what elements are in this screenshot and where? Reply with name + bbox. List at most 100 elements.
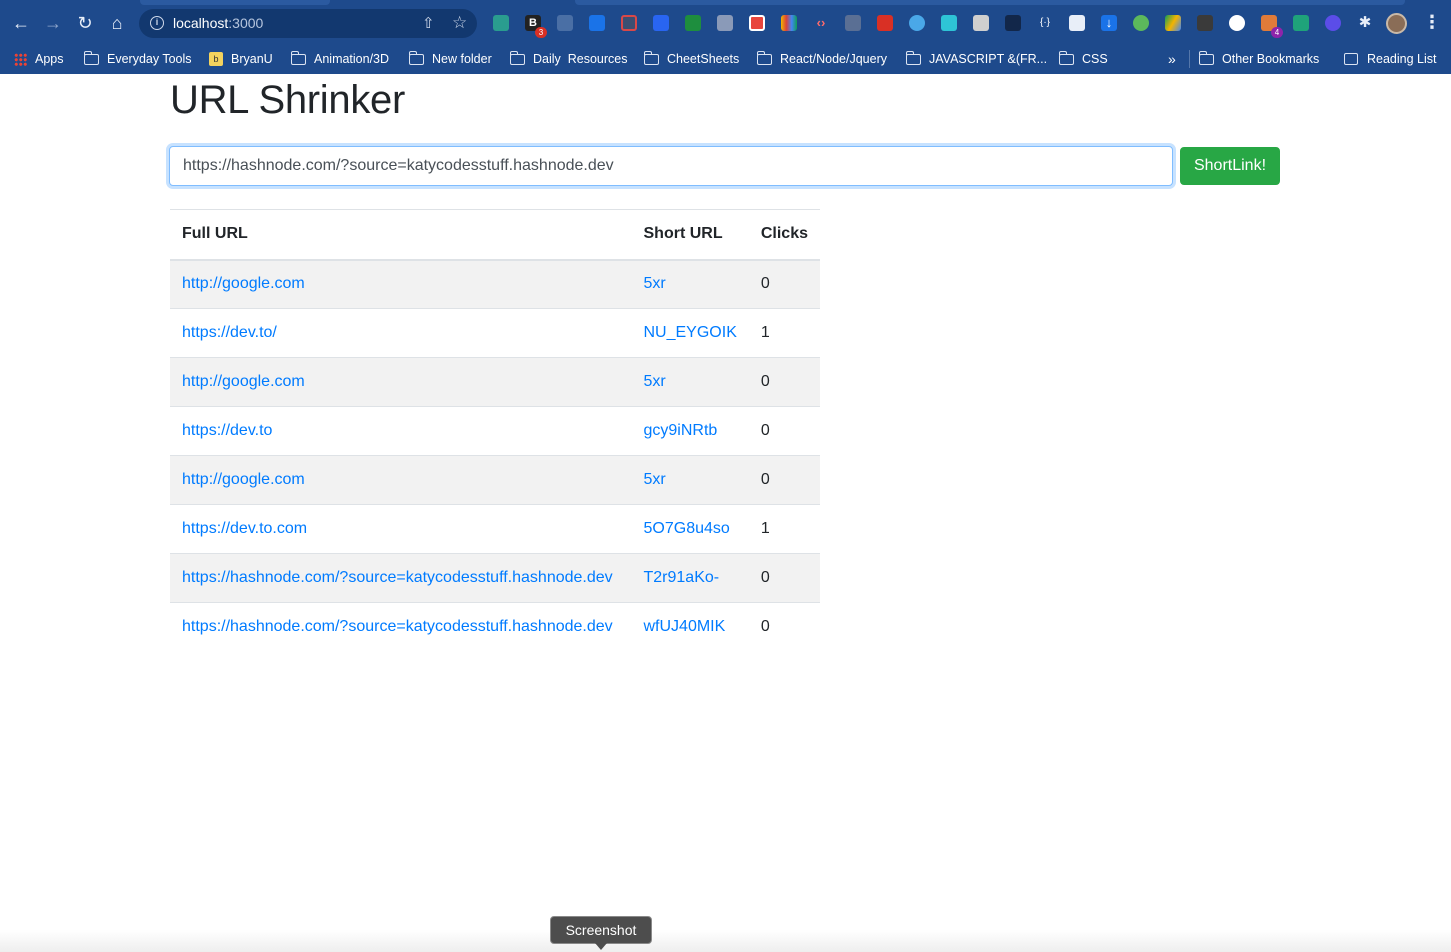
bookmark-label: JAVASCRIPT &(FR... [929,52,1048,66]
bookmarks-bar: Apps Everyday Tools b BryanU Animation/3D… [0,46,1451,74]
full-url-link[interactable]: https://dev.to.com [182,520,307,537]
address-text: localhost:3000 [173,15,264,31]
short-url-link[interactable]: 5xr [644,373,666,390]
table-row: https://hashnode.com/?source=katycodesst… [170,602,820,652]
extension-icon[interactable] [1005,15,1021,31]
short-url-link[interactable]: 5O7G8u4so [644,520,730,537]
full-url-link[interactable]: https://hashnode.com/?source=katycodesst… [182,618,613,635]
short-url-link[interactable]: gcy9iNRtb [644,422,718,439]
google-drive-icon[interactable] [1165,15,1181,31]
bookmark-daily-resources[interactable]: Daily Resources [509,49,627,69]
clicks-count: 1 [748,504,820,554]
bookmark-react-node-jquery[interactable]: React/Node/Jquery [756,49,887,69]
bookmark-cheetsheets[interactable]: CheetSheets [643,49,740,69]
clicks-count: 1 [748,308,820,358]
bookmark-other-bookmarks[interactable]: Other Bookmarks [1198,49,1320,69]
extension-icon[interactable] [1325,15,1341,31]
extension-icon[interactable] [685,15,701,31]
browser-menu-icon[interactable]: ⋮ [1423,12,1441,33]
table-header-row: Full URL Short URL Clicks [170,209,820,261]
extension-icon[interactable] [877,15,893,31]
full-url-link[interactable]: http://google.com [182,373,305,390]
bookmark-apps[interactable]: Apps [14,49,64,69]
full-url-link[interactable]: https://dev.to [182,422,272,439]
extension-icon[interactable] [557,15,573,31]
bookmarks-overflow-icon[interactable]: » [1168,49,1176,69]
bookmark-everyday-tools[interactable]: Everyday Tools [83,49,192,69]
screenshot-tooltip: Screenshot [550,916,652,944]
extension-record-icon[interactable] [621,15,637,31]
reading-list-button[interactable]: Reading List [1344,49,1437,69]
window-bottom-edge [0,930,1451,952]
site-info-icon[interactable]: i [150,16,164,30]
short-url-link[interactable]: 5xr [644,471,666,488]
extension-icon[interactable] [1069,15,1085,31]
extension-icon[interactable] [493,15,509,31]
extension-icon[interactable] [845,15,861,31]
bookmark-label: New folder [432,52,492,66]
extension-code-icon[interactable]: ‹› [813,15,829,31]
extension-s-icon[interactable] [1293,15,1309,31]
bookmark-css[interactable]: CSS [1058,49,1108,69]
home-icon[interactable]: ⌂ [105,11,129,35]
extension-icon[interactable] [749,15,765,31]
extensions-puzzle-icon[interactable]: ✱ [1357,15,1373,31]
extension-color-icon[interactable] [781,15,797,31]
short-url-link[interactable]: T2r91aKo- [644,569,720,586]
reload-icon[interactable]: ↻ [73,11,97,35]
extension-braces-icon[interactable]: {·} [1037,15,1053,31]
bookmark-new-folder[interactable]: New folder [408,49,492,69]
folder-icon [1198,50,1214,65]
bookmark-javascript[interactable]: JAVASCRIPT &(FR... [905,49,1048,69]
bookmark-label: Animation/3D [314,52,390,66]
share-icon[interactable]: ⇧ [422,14,435,32]
forward-arrow-icon[interactable]: → [41,11,65,35]
extension-icon[interactable] [717,15,733,31]
bryanu-favicon: b [209,52,223,66]
column-header-short-url: Short URL [631,209,749,261]
extension-icon[interactable] [973,15,989,31]
table-row: https://dev.to/ NU_EYGOIK 1 [170,308,820,358]
extension-icon[interactable] [941,15,957,31]
folder-icon [643,50,659,65]
full-url-link[interactable]: http://google.com [182,471,305,488]
extension-icon[interactable] [1197,15,1213,31]
shortlink-button[interactable]: ShortLink! [1180,147,1280,185]
folder-icon [905,50,921,65]
address-bar[interactable]: i localhost:3000 ⇧ ☆ [139,9,477,38]
full-url-link[interactable]: https://dev.to/ [182,324,277,341]
folder-icon [290,50,306,65]
short-url-link[interactable]: wfUJ40MIK [644,618,726,635]
extension-eye-icon[interactable] [909,15,925,31]
page-content: URL Shrinker ShortLink! Full URL Short U… [0,74,1451,952]
bookmark-label: Apps [35,52,64,66]
bookmark-label: CheetSheets [667,52,740,66]
extension-badge: 4 [1271,27,1283,38]
urls-table: Full URL Short URL Clicks http://google.… [170,209,820,652]
extension-badge: 3 [535,27,547,38]
bookmark-animation-3d[interactable]: Animation/3D [290,49,390,69]
short-url-link[interactable]: 5xr [644,275,666,292]
table-row: http://google.com 5xr 0 [170,259,820,309]
tooltip-pointer [595,943,607,950]
bookmark-star-icon[interactable]: ☆ [452,13,467,33]
extension-frog-icon[interactable] [1133,15,1149,31]
bookmark-label: Other Bookmarks [1222,52,1320,66]
bookmark-bryanu[interactable]: b BryanU [209,49,273,69]
extension-n-icon[interactable] [589,15,605,31]
short-url-link[interactable]: NU_EYGOIK [644,324,737,341]
full-url-link[interactable]: http://google.com [182,275,305,292]
full-url-link[interactable]: https://hashnode.com/?source=katycodesst… [182,569,613,586]
column-header-clicks: Clicks [748,209,820,261]
bookmark-label: Reading List [1367,52,1437,66]
bookmark-label: CSS [1082,52,1108,66]
download-icon[interactable]: ↓ [1101,15,1117,31]
page-title: URL Shrinker [170,78,405,122]
extension-icon[interactable] [1229,15,1245,31]
clicks-count: 0 [748,455,820,505]
back-arrow-icon[interactable]: ← [9,11,33,35]
full-url-input[interactable] [169,146,1173,186]
profile-avatar[interactable] [1386,13,1407,34]
folder-icon [1058,50,1074,65]
extension-css-icon[interactable] [653,15,669,31]
